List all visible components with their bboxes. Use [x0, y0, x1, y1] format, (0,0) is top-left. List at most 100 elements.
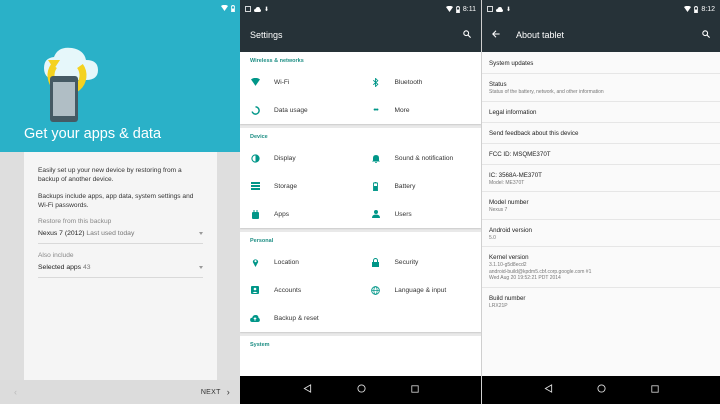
- dropdown-arrow-icon: [199, 266, 203, 269]
- status-bar: [0, 0, 240, 16]
- wifi-icon: [250, 77, 260, 87]
- settings-item-display[interactable]: Display: [240, 144, 361, 172]
- search-icon[interactable]: [463, 30, 471, 40]
- clock: 8:12: [701, 5, 715, 13]
- list-item-build-number[interactable]: Build number LRX21P: [482, 288, 720, 315]
- settings-item-label: Users: [394, 210, 412, 218]
- more-icon: •••: [373, 106, 378, 114]
- restore-card: Easily set up your new device by restori…: [24, 152, 217, 380]
- settings-item-label: Language & input: [394, 286, 447, 294]
- include-label: Also include: [38, 252, 74, 259]
- settings-item-label: Wi-Fi: [274, 78, 290, 86]
- recents-nav-icon[interactable]: [651, 384, 659, 396]
- item-title: Kernel version: [489, 254, 529, 261]
- settings-item-users[interactable]: Users: [361, 200, 482, 228]
- list-item-legal[interactable]: Legal information: [482, 102, 720, 123]
- item-title: FCC ID: MSQME370T: [489, 150, 551, 158]
- settings-item-label: Storage: [274, 182, 298, 190]
- next-button[interactable]: NEXT ›: [201, 387, 230, 397]
- language-icon: [371, 285, 381, 295]
- item-title: Legal information: [489, 108, 537, 116]
- item-subtitle: LRX21P: [489, 302, 508, 309]
- settings-item-sound[interactable]: Sound & notification: [361, 144, 482, 172]
- download-notification-icon: ⬇: [506, 6, 512, 13]
- home-nav-icon[interactable]: [356, 384, 366, 396]
- settings-item-accounts[interactable]: Accounts: [240, 276, 361, 304]
- settings-item-apps[interactable]: Apps: [240, 200, 361, 228]
- list-item-model-number: Model number Nexus 7: [482, 192, 720, 220]
- users-icon: [371, 209, 381, 219]
- include-dropdown[interactable]: Selected apps 43: [38, 264, 203, 278]
- section-header: System: [250, 342, 270, 348]
- item-title: IC: 3568A-ME370T: [489, 171, 542, 179]
- recents-nav-icon[interactable]: [410, 384, 419, 396]
- settings-item-label: More: [394, 106, 410, 114]
- settings-item-data-usage[interactable]: Data usage: [240, 96, 361, 124]
- list-item-android-version[interactable]: Android version 5.0: [482, 220, 720, 247]
- settings-item-label: Bluetooth: [394, 78, 423, 86]
- settings-item-wifi[interactable]: Wi-Fi: [240, 68, 361, 96]
- list-item-ic: IC: 3568A-ME370T Model: ME370T: [482, 165, 720, 192]
- list-item-system-updates[interactable]: System updates: [482, 52, 720, 74]
- back-nav-icon[interactable]: [544, 384, 553, 396]
- settings-item-label: Accounts: [274, 286, 302, 294]
- list-item-kernel-version: Kernel version 3.1.10-g5d8ecd2 android-b…: [482, 247, 720, 288]
- settings-item-location[interactable]: Location: [240, 248, 361, 276]
- item-subtitle: Model: ME370T: [489, 179, 525, 186]
- chevron-right-icon: ›: [226, 387, 230, 397]
- about-title: About tablet: [516, 30, 565, 40]
- back-arrow-icon[interactable]: [492, 30, 500, 40]
- section-header: Wireless & networks: [250, 58, 304, 64]
- settings-item-label: Display: [274, 154, 296, 162]
- settings-title: Settings: [250, 30, 283, 40]
- sound-icon: [371, 153, 381, 163]
- security-icon: [371, 257, 381, 267]
- item-title: Android version: [489, 226, 532, 234]
- about-appbar: ⬇ 8:12 About tablet: [482, 0, 720, 52]
- item-title: Build number: [489, 294, 526, 302]
- item-title: Model number: [489, 199, 529, 206]
- clock: 8:11: [462, 5, 476, 13]
- home-nav-icon[interactable]: [597, 384, 607, 396]
- settings-appbar: ⬇ 8:11 Settings: [240, 0, 481, 52]
- list-item-feedback[interactable]: Send feedback about this device: [482, 123, 720, 144]
- image-notification-icon: [487, 6, 493, 12]
- restore-value: Nexus 7 (2012): [38, 230, 85, 237]
- back-chevron-icon[interactable]: ‹: [14, 387, 17, 397]
- settings-item-language[interactable]: Language & input: [361, 276, 482, 304]
- item-subtitle: Status of the battery, network, and othe…: [489, 89, 604, 95]
- dropdown-arrow-icon: [199, 232, 203, 235]
- settings-item-label: Sound & notification: [394, 154, 454, 162]
- settings-item-security[interactable]: Security: [361, 248, 482, 276]
- settings-item-label: Data usage: [274, 106, 308, 114]
- bluetooth-icon: [371, 77, 381, 87]
- battery-icon: [455, 5, 460, 13]
- settings-item-more[interactable]: ••• More: [361, 96, 482, 124]
- settings-item-battery[interactable]: Battery: [361, 172, 482, 200]
- search-icon[interactable]: [702, 30, 710, 40]
- restore-dropdown[interactable]: Nexus 7 (2012) Last used today: [38, 230, 203, 244]
- list-item-status[interactable]: Status Status of the battery, network, a…: [482, 74, 720, 102]
- about-tablet-screen: ⬇ 8:12 About tablet System updates Statu…: [481, 0, 720, 404]
- status-bar: ⬇ 8:12: [482, 0, 720, 18]
- settings-item-bluetooth[interactable]: Bluetooth: [361, 68, 482, 96]
- data-usage-icon: [250, 105, 260, 115]
- settings-item-storage[interactable]: Storage: [240, 172, 361, 200]
- section-header: Personal: [250, 238, 274, 244]
- navigation-bar: [240, 376, 481, 404]
- settings-item-backup[interactable]: Backup & reset: [240, 304, 361, 332]
- setup-footer: ‹ NEXT ›: [0, 380, 240, 404]
- list-item-fcc-id: FCC ID: MSQME370T: [482, 144, 720, 165]
- section-personal: Personal Location Security Accounts Lang…: [240, 232, 481, 332]
- setup-header: Get your apps & data: [0, 0, 240, 152]
- battery-icon: [371, 181, 381, 191]
- detail-text: Backups include apps, app data, system s…: [38, 193, 194, 209]
- item-subtitle: Wed Aug 20 19:52:21 PDT 2014: [489, 275, 561, 281]
- image-notification-icon: [245, 6, 251, 12]
- back-nav-icon[interactable]: [302, 384, 312, 396]
- apps-icon: [250, 209, 260, 219]
- restore-subtext: Last used today: [86, 230, 135, 237]
- settings-item-label: Apps: [274, 210, 290, 218]
- item-title: System updates: [489, 60, 534, 67]
- item-subtitle: 5.0: [489, 234, 496, 241]
